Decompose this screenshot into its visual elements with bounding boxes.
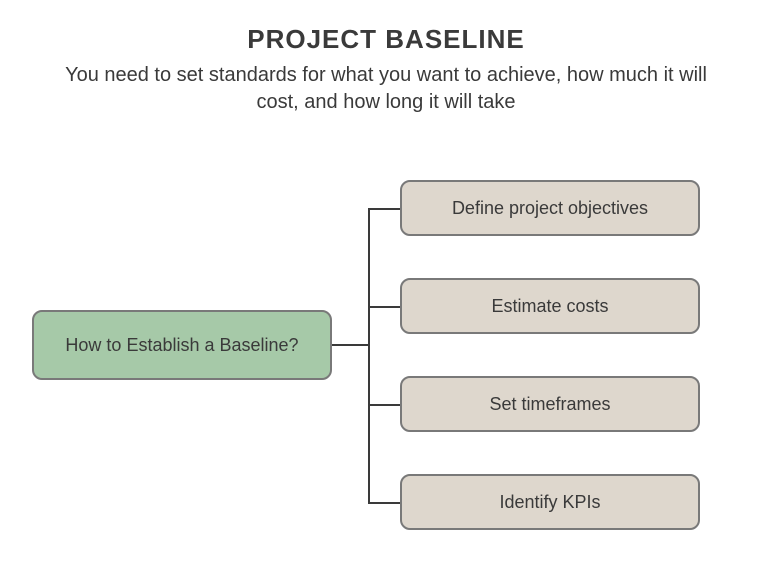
connector-leaf-1 <box>368 306 400 308</box>
leaf-node-1: Estimate costs <box>400 278 700 334</box>
leaf-node-2: Set timeframes <box>400 376 700 432</box>
leaf-node-0: Define project objectives <box>400 180 700 236</box>
page-title: PROJECT BASELINE <box>0 24 772 55</box>
connector-bus-v <box>368 208 370 504</box>
leaf-node-2-label: Set timeframes <box>489 394 610 415</box>
page-subtitle: You need to set standards for what you w… <box>50 62 722 116</box>
root-node: How to Establish a Baseline? <box>32 310 332 380</box>
leaf-node-1-label: Estimate costs <box>491 296 608 317</box>
leaf-node-0-label: Define project objectives <box>452 198 648 219</box>
connector-leaf-0 <box>368 208 400 210</box>
connector-root-h <box>332 344 370 346</box>
root-node-label: How to Establish a Baseline? <box>65 335 298 356</box>
diagram-canvas: PROJECT BASELINE You need to set standar… <box>0 0 772 570</box>
connector-leaf-2 <box>368 404 400 406</box>
leaf-node-3-label: Identify KPIs <box>499 492 600 513</box>
leaf-node-3: Identify KPIs <box>400 474 700 530</box>
connector-leaf-3 <box>368 502 400 504</box>
